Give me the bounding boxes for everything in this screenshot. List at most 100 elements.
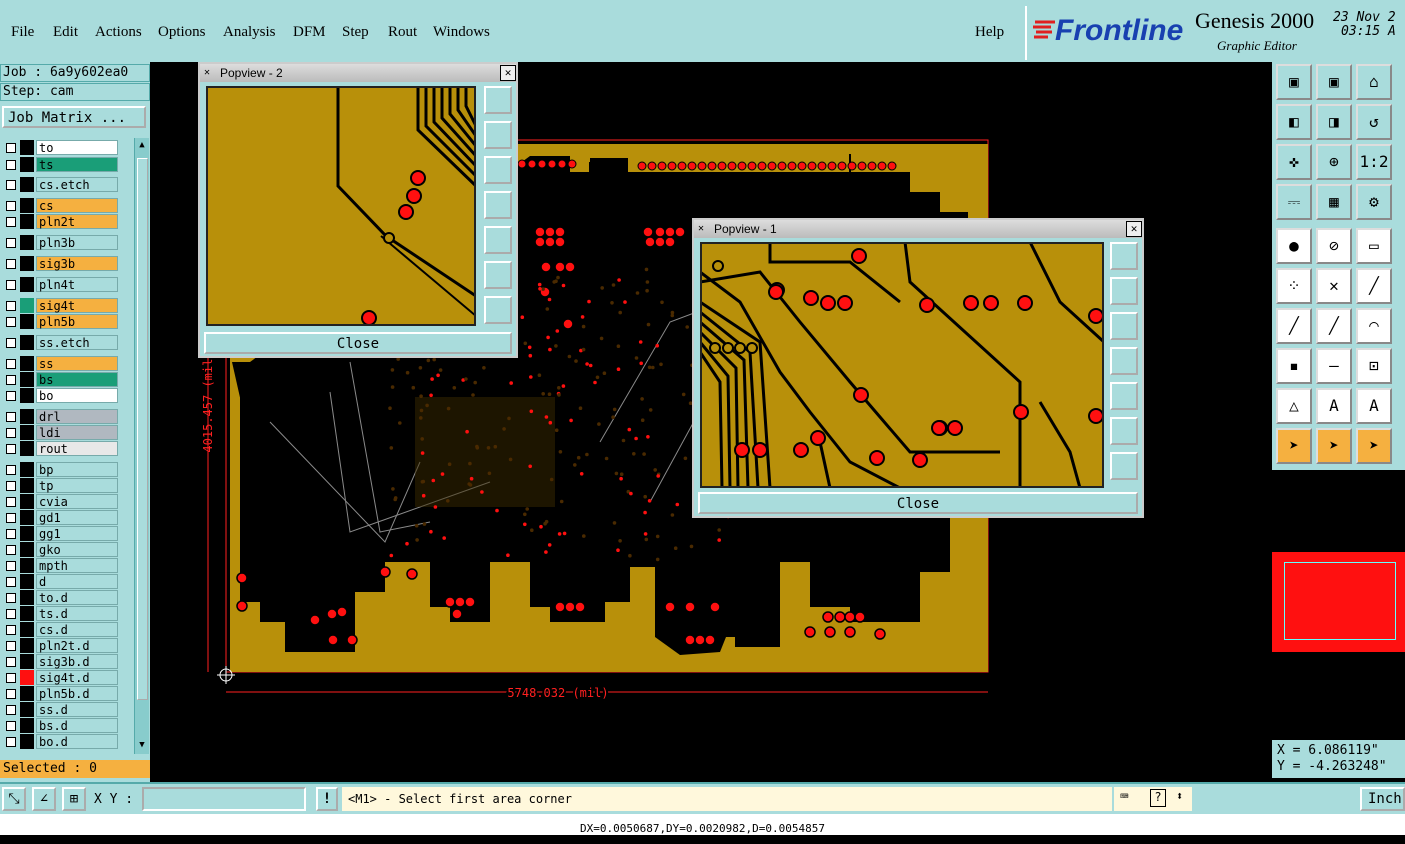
layer-name[interactable]: ss: [36, 356, 118, 371]
layer-checkbox[interactable]: [6, 180, 16, 190]
layer-checkbox[interactable]: [6, 513, 16, 523]
layer-checkbox[interactable]: [6, 673, 16, 683]
job-matrix-button[interactable]: Job Matrix ...: [2, 106, 146, 128]
layer-color-swatch[interactable]: [20, 462, 34, 477]
layer-color-swatch[interactable]: [20, 214, 34, 229]
pointer-select-icon[interactable]: ➤: [1316, 428, 1352, 464]
menu-edit[interactable]: Edit: [53, 24, 78, 41]
layer-checkbox[interactable]: [6, 657, 16, 667]
layer-name[interactable]: pln3b: [36, 235, 118, 250]
layer-checkbox[interactable]: [6, 529, 16, 539]
layer-checkbox[interactable]: [6, 428, 16, 438]
zoom-home-icon[interactable]: [484, 261, 512, 289]
popview-2-canvas[interactable]: [206, 86, 476, 326]
triangle-icon[interactable]: △: [1276, 388, 1312, 424]
layer-color-swatch[interactable]: [20, 478, 34, 493]
zoom-window-icon[interactable]: [484, 86, 512, 114]
layer-name[interactable]: ts: [36, 157, 118, 172]
pad-icon[interactable]: ⁘: [1276, 268, 1312, 304]
zoom-window-icon[interactable]: [1110, 242, 1138, 270]
layer-color-swatch[interactable]: [20, 510, 34, 525]
layer-checkbox[interactable]: [6, 143, 16, 153]
layer-checkbox[interactable]: [6, 609, 16, 619]
layer-color-swatch[interactable]: [20, 256, 34, 271]
layer-color-swatch[interactable]: [20, 409, 34, 424]
layer-row-to-d[interactable]: to.d: [0, 590, 133, 605]
layer-checkbox[interactable]: [6, 160, 16, 170]
layer-row-gg1[interactable]: gg1: [0, 526, 133, 541]
menu-file[interactable]: File: [11, 24, 34, 41]
layer-checkbox[interactable]: [6, 497, 16, 507]
resize-icon[interactable]: ⊡: [1356, 348, 1392, 384]
layer-name[interactable]: pln4t: [36, 277, 118, 292]
layer-name[interactable]: to: [36, 140, 118, 155]
layer-name[interactable]: d: [36, 574, 118, 589]
layer-name[interactable]: pln5b.d: [36, 686, 118, 701]
layer-checkbox[interactable]: [6, 689, 16, 699]
layer-color-swatch[interactable]: [20, 298, 34, 313]
scale-1-2-icon[interactable]: 1:2: [1356, 144, 1392, 180]
layer-checkbox[interactable]: [6, 375, 16, 385]
menu-dfm[interactable]: DFM: [293, 24, 326, 41]
layer-name[interactable]: cs.d: [36, 622, 118, 637]
line-icon[interactable]: ╱: [1356, 268, 1392, 304]
layer-row-ss-d[interactable]: ss.d: [0, 702, 133, 717]
help-icon[interactable]: ?: [1150, 789, 1166, 807]
scroll-up-icon[interactable]: ▲: [137, 140, 147, 150]
layer-checkbox[interactable]: [6, 545, 16, 555]
pan-right-icon[interactable]: [1110, 382, 1138, 410]
layer-name[interactable]: drl: [36, 409, 118, 424]
pan-down-icon[interactable]: [484, 156, 512, 184]
layer-row-pln2t-d[interactable]: pln2t.d: [0, 638, 133, 653]
measure-icon[interactable]: ▭: [1356, 228, 1392, 264]
layer-color-swatch[interactable]: [20, 606, 34, 621]
layer-row-mpth[interactable]: mpth: [0, 558, 133, 573]
layer-row-drl[interactable]: drl: [0, 409, 133, 424]
layer-row-bo-d[interactable]: bo.d: [0, 734, 133, 749]
layer-row-pln5b-d[interactable]: pln5b.d: [0, 686, 133, 701]
layer-row-cs-d[interactable]: cs.d: [0, 622, 133, 637]
menu-analysis[interactable]: Analysis: [223, 24, 276, 41]
layer-color-swatch[interactable]: [20, 277, 34, 292]
layer-color-swatch[interactable]: [20, 441, 34, 456]
layer-color-swatch[interactable]: [20, 622, 34, 637]
pointer-icon[interactable]: ➤: [1276, 428, 1312, 464]
layer-name[interactable]: tp: [36, 478, 118, 493]
snap-icon[interactable]: ⊘: [1316, 228, 1352, 264]
measure-icon[interactable]: ∠: [32, 787, 56, 811]
layer-checkbox[interactable]: [6, 481, 16, 491]
pan-left-icon[interactable]: [1110, 347, 1138, 375]
layer-row-ts-d[interactable]: ts.d: [0, 606, 133, 621]
home-icon[interactable]: ⌂: [1356, 64, 1392, 100]
zoom-fit-icon[interactable]: ✜: [1276, 144, 1312, 180]
layer-row-d[interactable]: d: [0, 574, 133, 589]
xy-input[interactable]: [142, 787, 306, 811]
layer-row-gko[interactable]: gko: [0, 542, 133, 557]
menu-rout[interactable]: Rout: [388, 24, 417, 41]
zoom-home-icon[interactable]: [1110, 417, 1138, 445]
layer-name[interactable]: bs: [36, 372, 118, 387]
layer-row-ts[interactable]: ts: [0, 157, 133, 172]
grid-icon[interactable]: ⊞: [62, 787, 86, 811]
layer-row-ss[interactable]: ss: [0, 356, 133, 371]
popview-1-canvas[interactable]: [700, 242, 1104, 488]
layer-row-sig3b[interactable]: sig3b: [0, 256, 133, 271]
layer-color-swatch[interactable]: [20, 425, 34, 440]
layer-name[interactable]: bo: [36, 388, 118, 403]
layer-color-swatch[interactable]: [20, 542, 34, 557]
layer-checkbox[interactable]: [6, 238, 16, 248]
label-icon[interactable]: A: [1356, 388, 1392, 424]
layer-down-icon[interactable]: ▣: [1316, 64, 1352, 100]
grid-toggle-icon[interactable]: ▦: [1316, 184, 1352, 220]
layer-row-sig4t-d[interactable]: sig4t.d: [0, 670, 133, 685]
popview-1-close-button[interactable]: Close: [698, 492, 1138, 514]
layer-checkbox[interactable]: [6, 465, 16, 475]
layer-row-ss-etch[interactable]: ss.etch: [0, 335, 133, 350]
layer-row-bs[interactable]: bs: [0, 372, 133, 387]
layer-checkbox[interactable]: [6, 641, 16, 651]
menu-actions[interactable]: Actions: [95, 24, 142, 41]
layer-name[interactable]: pln2t: [36, 214, 118, 229]
layer-row-pln2t[interactable]: pln2t: [0, 214, 133, 229]
layer-color-swatch[interactable]: [20, 235, 34, 250]
layer-name[interactable]: cs.etch: [36, 177, 118, 192]
